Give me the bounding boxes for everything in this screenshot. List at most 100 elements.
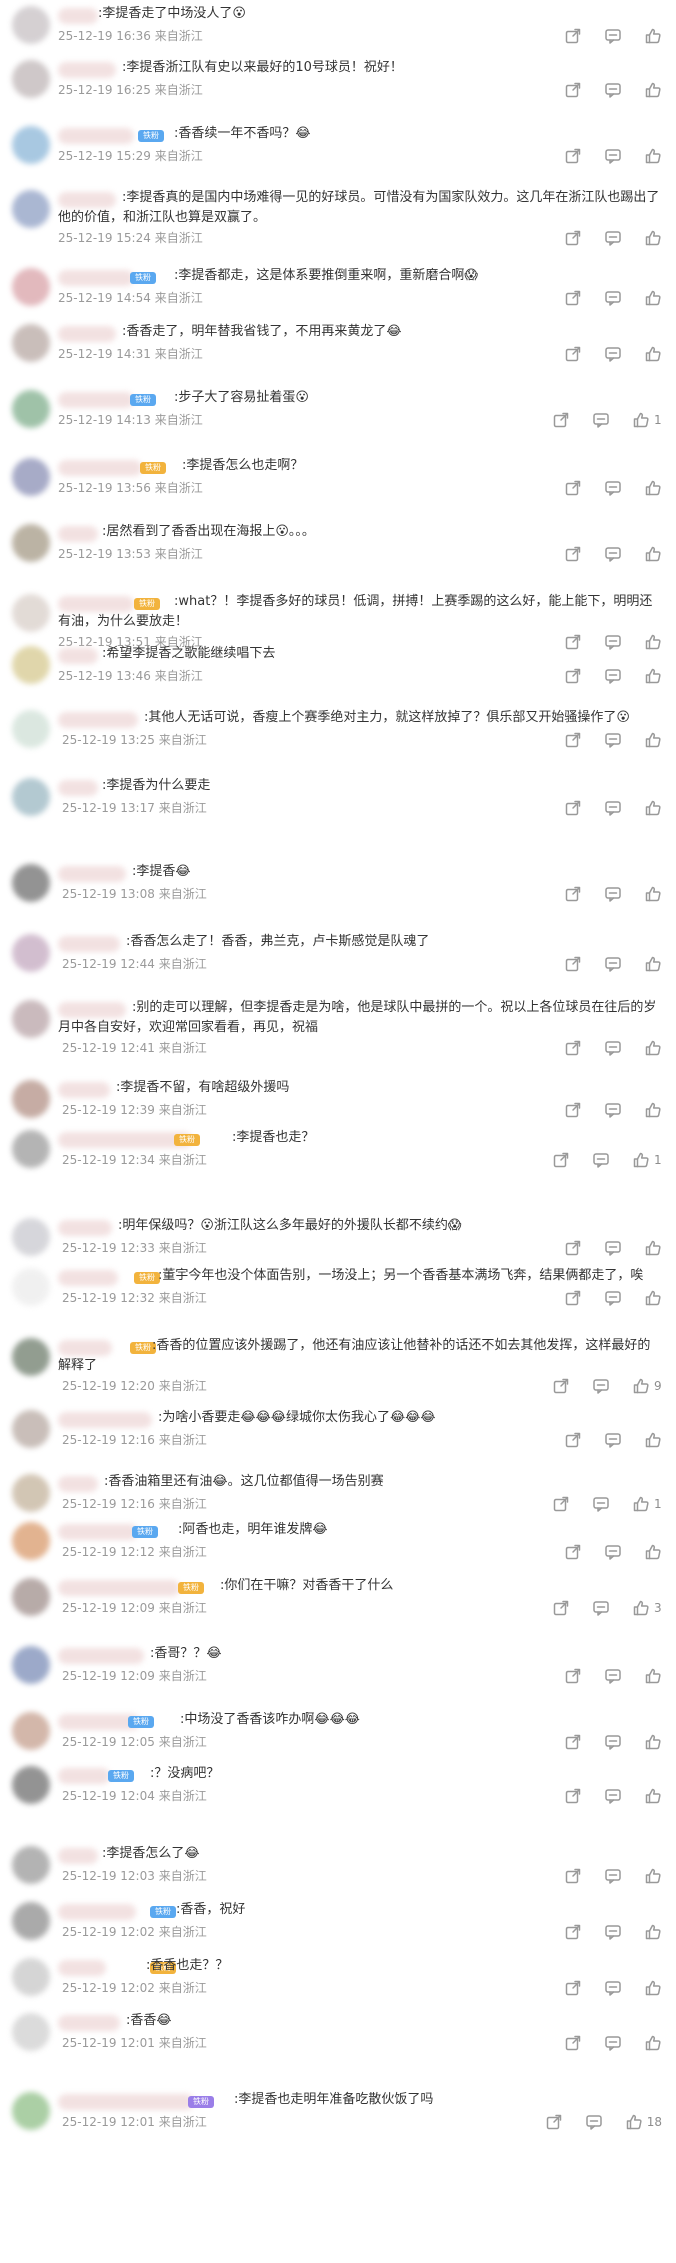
username[interactable] (58, 648, 98, 664)
like-button[interactable] (644, 1923, 662, 1941)
share-icon[interactable] (564, 1667, 582, 1685)
share-icon[interactable] (552, 1377, 570, 1395)
share-icon[interactable] (552, 1495, 570, 1513)
like-button[interactable] (644, 731, 662, 749)
like-button[interactable] (644, 229, 662, 247)
reply-icon[interactable] (604, 1239, 622, 1257)
avatar[interactable] (12, 1218, 50, 1256)
share-icon[interactable] (564, 1733, 582, 1751)
like-button[interactable] (644, 1787, 662, 1805)
username[interactable] (58, 526, 98, 542)
like-button[interactable]: 3 (632, 1599, 662, 1617)
share-icon[interactable] (564, 147, 582, 165)
share-icon[interactable] (564, 479, 582, 497)
share-icon[interactable] (564, 81, 582, 99)
avatar[interactable] (12, 1130, 50, 1168)
avatar[interactable] (12, 1338, 50, 1376)
like-button[interactable]: 1 (632, 1495, 662, 1513)
reply-icon[interactable] (604, 1289, 622, 1307)
reply-icon[interactable] (604, 1039, 622, 1057)
like-button[interactable] (644, 1289, 662, 1307)
share-icon[interactable] (564, 2034, 582, 2052)
username[interactable] (58, 1220, 112, 1236)
reply-icon[interactable] (604, 1787, 622, 1805)
avatar[interactable] (12, 1766, 50, 1804)
share-icon[interactable] (564, 955, 582, 973)
reply-icon[interactable] (604, 1867, 622, 1885)
reply-icon[interactable] (604, 2034, 622, 2052)
share-icon[interactable] (564, 731, 582, 749)
like-button[interactable]: 1 (632, 411, 662, 429)
username[interactable] (58, 1476, 98, 1492)
like-button[interactable] (644, 1543, 662, 1561)
like-button[interactable] (644, 1239, 662, 1257)
share-icon[interactable] (552, 1151, 570, 1169)
reply-icon[interactable] (592, 1495, 610, 1513)
avatar[interactable] (12, 1522, 50, 1560)
share-icon[interactable] (545, 2113, 563, 2131)
username[interactable] (58, 8, 98, 24)
avatar[interactable] (12, 1646, 50, 1684)
avatar[interactable] (12, 458, 50, 496)
share-icon[interactable] (564, 1239, 582, 1257)
like-button[interactable] (644, 147, 662, 165)
share-icon[interactable] (564, 1979, 582, 1997)
share-icon[interactable] (564, 289, 582, 307)
like-button[interactable] (644, 1979, 662, 1997)
avatar[interactable] (12, 1712, 50, 1750)
username[interactable] (58, 1848, 98, 1864)
avatar[interactable] (12, 778, 50, 816)
reply-icon[interactable] (604, 731, 622, 749)
share-icon[interactable] (552, 1599, 570, 1617)
reply-icon[interactable] (604, 799, 622, 817)
avatar[interactable] (12, 524, 50, 562)
like-button[interactable]: 9 (632, 1377, 662, 1395)
username[interactable] (58, 1412, 152, 1428)
reply-icon[interactable] (604, 479, 622, 497)
username[interactable] (58, 62, 116, 78)
like-button[interactable]: 1 (632, 1151, 662, 1169)
like-button[interactable] (644, 955, 662, 973)
reply-icon[interactable] (604, 147, 622, 165)
username[interactable] (58, 1270, 118, 1286)
like-button[interactable] (644, 1101, 662, 1119)
share-icon[interactable] (564, 27, 582, 45)
share-icon[interactable] (564, 229, 582, 247)
avatar[interactable] (12, 190, 50, 228)
like-button[interactable] (644, 1667, 662, 1685)
like-button[interactable] (644, 1431, 662, 1449)
avatar[interactable] (12, 864, 50, 902)
reply-icon[interactable] (604, 1923, 622, 1941)
avatar[interactable] (12, 1268, 50, 1306)
share-icon[interactable] (564, 1787, 582, 1805)
reply-icon[interactable] (604, 1543, 622, 1561)
reply-icon[interactable] (604, 81, 622, 99)
like-button[interactable]: 18 (625, 2113, 662, 2131)
avatar[interactable] (12, 1080, 50, 1118)
like-button[interactable] (644, 885, 662, 903)
share-icon[interactable] (564, 1431, 582, 1449)
avatar[interactable] (12, 1410, 50, 1448)
reply-icon[interactable] (604, 1979, 622, 1997)
like-button[interactable] (644, 2034, 662, 2052)
reply-icon[interactable] (604, 667, 622, 685)
username[interactable] (58, 326, 116, 342)
username[interactable] (58, 1768, 110, 1784)
like-button[interactable] (644, 1039, 662, 1057)
reply-icon[interactable] (604, 545, 622, 563)
username[interactable] (58, 866, 126, 882)
username[interactable] (58, 1132, 192, 1148)
share-icon[interactable] (564, 1039, 582, 1057)
avatar[interactable] (12, 646, 50, 684)
username[interactable] (58, 128, 134, 144)
share-icon[interactable] (564, 1101, 582, 1119)
like-button[interactable] (644, 81, 662, 99)
avatar[interactable] (12, 2013, 50, 2051)
avatar[interactable] (12, 126, 50, 164)
share-icon[interactable] (552, 411, 570, 429)
reply-icon[interactable] (604, 1431, 622, 1449)
like-button[interactable] (644, 27, 662, 45)
avatar[interactable] (12, 324, 50, 362)
share-icon[interactable] (564, 885, 582, 903)
share-icon[interactable] (564, 345, 582, 363)
